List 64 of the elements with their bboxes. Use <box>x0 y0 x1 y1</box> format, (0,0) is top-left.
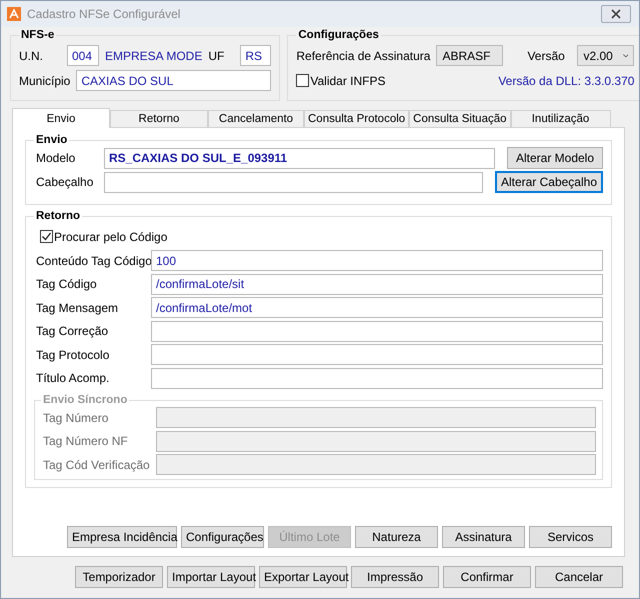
field-label: Modelo <box>35 151 76 165</box>
text-field[interactable]: /confirmaLote/sit <box>151 274 603 295</box>
field-label: UF <box>208 48 226 62</box>
button[interactable]: Cancelar <box>535 566 623 588</box>
text-field[interactable]: RS <box>240 45 272 66</box>
tab[interactable]: Envio <box>12 108 110 128</box>
field-label: Tag Código <box>35 277 98 292</box>
checkbox[interactable] <box>40 230 53 243</box>
dll-version: Versão da DLL: 3.3.0.370 <box>498 74 634 88</box>
button[interactable]: Assinatura <box>442 526 525 548</box>
checkbox[interactable] <box>296 74 310 87</box>
field-label: Tag Protocolo <box>35 348 110 362</box>
group-title: Envio Síncrono <box>42 394 128 406</box>
text-field[interactable]: 100 <box>151 250 603 272</box>
button[interactable]: Natureza <box>355 526 438 548</box>
close-icon <box>610 9 622 19</box>
button[interactable]: Servicos <box>529 526 612 548</box>
button[interactable]: Temporizador <box>75 566 163 588</box>
text-field[interactable] <box>151 368 603 389</box>
button[interactable]: Empresa Incidência <box>67 526 177 548</box>
button[interactable]: Confirmar <box>443 566 531 588</box>
group-title: Retorno <box>35 210 82 222</box>
tab[interactable]: Consulta Protocolo <box>304 110 410 127</box>
text-field[interactable] <box>151 320 603 342</box>
tab[interactable]: Inutilização <box>510 110 611 127</box>
text-field[interactable]: /confirmaLote/mot <box>151 297 603 318</box>
window-title: Cadastro NFSe Configurável <box>27 7 182 21</box>
checkbox-label: Validar INFPS <box>310 74 386 88</box>
button[interactable]: Configurações <box>181 526 264 548</box>
tab[interactable]: Consulta Situação <box>409 110 511 127</box>
tab[interactable]: Retorno <box>110 110 208 127</box>
field-label: Município <box>19 74 70 88</box>
field-label: Tag Mensagem <box>35 300 120 315</box>
field-label: Título Acomp. <box>35 371 110 386</box>
tab[interactable]: Cancelamento <box>208 110 304 127</box>
dropdown[interactable]: v2.00 <box>577 45 634 66</box>
field-label: Tag Correção <box>35 324 110 338</box>
app-icon <box>7 7 21 21</box>
field-label: Conteúdo Tag Código <box>35 254 151 268</box>
field-label: Referência de Assinatura <box>296 48 430 62</box>
dropdown[interactable]: ABRASF <box>436 45 504 66</box>
button[interactable]: Impressão <box>351 566 439 588</box>
field-label: Tag Número <box>42 410 110 425</box>
field-label: Versão <box>527 48 566 62</box>
button[interactable]: Alterar Cabeçalho <box>494 171 603 193</box>
company-name: EMPRESA MODE <box>105 48 202 62</box>
field-label: Tag Cód Verificação <box>42 458 151 472</box>
group-title: NFS-e <box>20 29 56 41</box>
button[interactable]: Alterar Modelo <box>507 147 603 169</box>
text-field[interactable]: 004 <box>67 45 99 66</box>
button[interactable]: Exportar Layout <box>259 566 347 588</box>
text-field[interactable] <box>151 344 603 366</box>
text-field[interactable]: RS_CAXIAS DO SUL_E_093911 <box>104 148 495 168</box>
chevron-down-icon <box>622 52 628 58</box>
checkbox-label: Procurar pelo Código <box>54 230 168 244</box>
text-field[interactable]: CAXIAS DO SUL <box>76 70 272 91</box>
field-label: Cabeçalho <box>35 175 94 189</box>
field-label: U.N. <box>19 48 44 62</box>
field-label: Tag Número NF <box>42 434 129 448</box>
group-title: Configurações <box>297 29 380 41</box>
text-field[interactable] <box>104 172 483 192</box>
group-title: Envio <box>35 134 68 146</box>
close-button[interactable] <box>601 5 631 23</box>
button[interactable]: Importar Layout <box>167 566 255 588</box>
